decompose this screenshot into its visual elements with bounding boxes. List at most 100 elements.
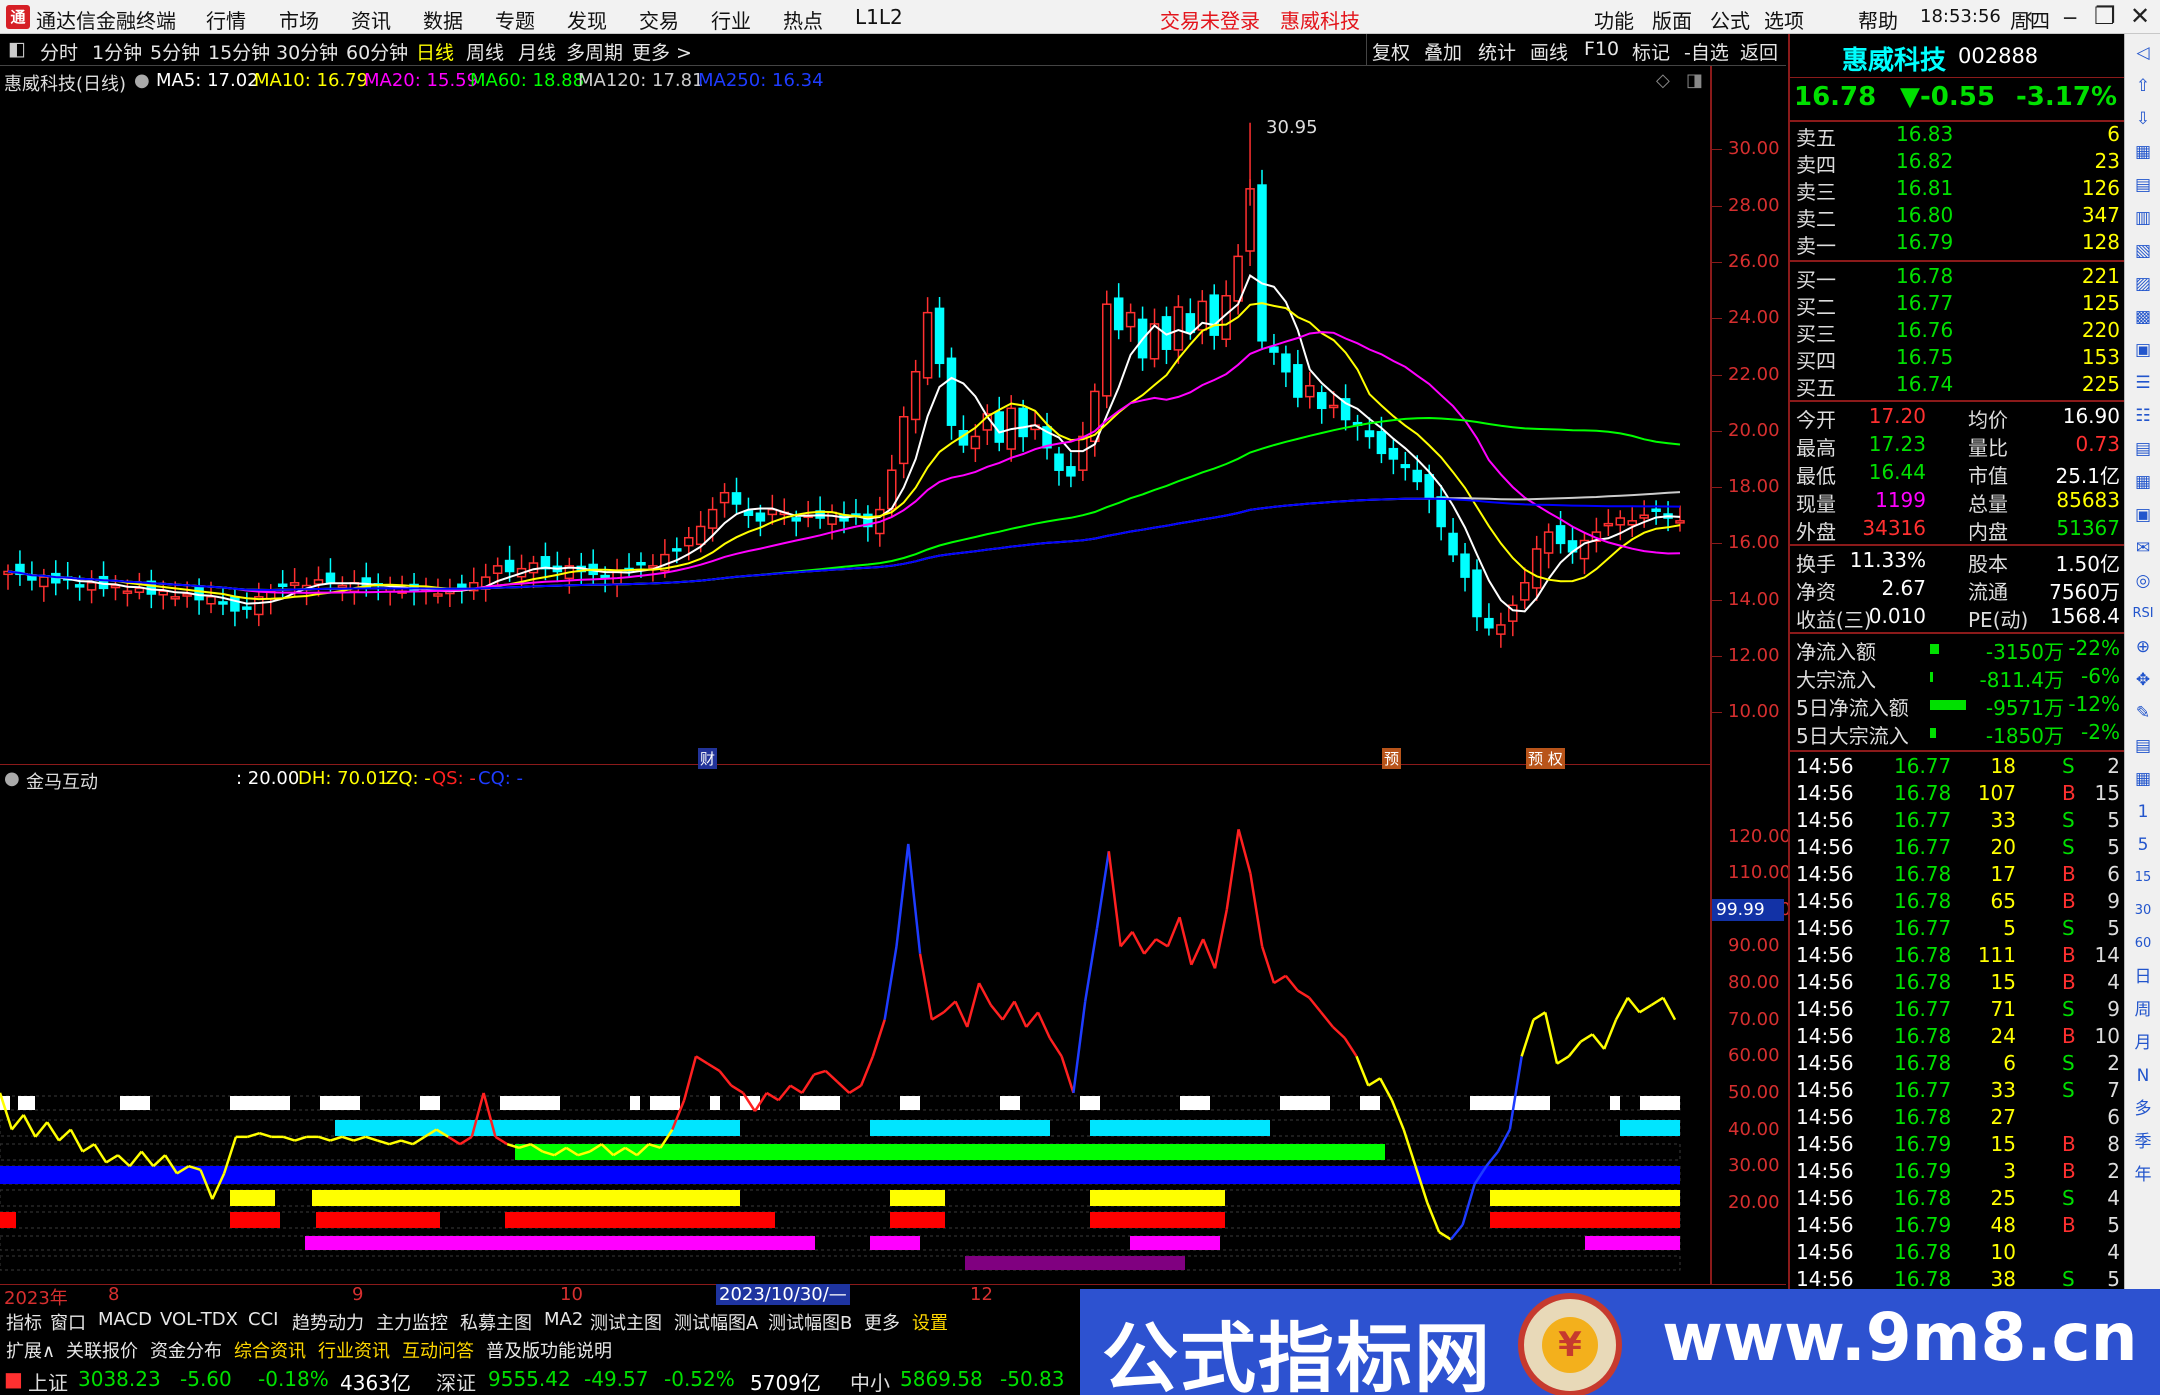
side-tool-icon[interactable]: ⊕ <box>2130 634 2156 660</box>
tab-general-news[interactable]: 综合资讯 <box>234 1337 306 1363</box>
side-tool-icon[interactable]: ✥ <box>2130 667 2156 693</box>
tab-main-monitor[interactable]: 主力监控 <box>376 1309 448 1335</box>
tab-basic-guide[interactable]: 普及版功能说明 <box>486 1337 612 1363</box>
tab-expand[interactable]: 扩展∧ <box>6 1337 55 1363</box>
side-tool-icon[interactable]: ⇧ <box>2130 73 2156 99</box>
tick-row[interactable]: 14:56 16.79 3 B 2 <box>1790 1159 2126 1187</box>
side-tool-icon[interactable]: ▦ <box>2130 766 2156 792</box>
tab-test-sub-a[interactable]: 测试幅图A <box>674 1309 758 1335</box>
menu-help[interactable]: 帮助 <box>1858 5 1898 34</box>
stat-row[interactable]: 今开 17.20 均价 16.90 <box>1790 404 2126 432</box>
sz-index-name[interactable]: 深证 <box>436 1367 476 1395</box>
side-tool-icon[interactable]: ▣ <box>2130 502 2156 528</box>
side-tool-icon[interactable]: ▤ <box>2130 733 2156 759</box>
tick-row[interactable]: 14:56 16.78 25 S 4 <box>1790 1186 2126 1214</box>
tick-row[interactable]: 14:56 16.78 27 6 <box>1790 1105 2126 1133</box>
tick-row[interactable]: 14:56 16.79 15 B 8 <box>1790 1132 2126 1160</box>
tick-row[interactable]: 14:56 16.78 6 S 2 <box>1790 1051 2126 1079</box>
bid-row[interactable]: 买三 16.76 220 <box>1790 318 2126 346</box>
tab-qa[interactable]: 互动问答 <box>402 1337 474 1363</box>
chart-canvas[interactable] <box>0 0 1786 1289</box>
tab-indicator[interactable]: 指标 <box>6 1309 42 1335</box>
tab-related-quotes[interactable]: 关联报价 <box>66 1337 138 1363</box>
ask-row[interactable]: 卖三 16.81 126 <box>1790 176 2126 204</box>
tick-row[interactable]: 14:56 16.77 33 S 7 <box>1790 1078 2126 1106</box>
side-tool-icon[interactable]: ✉ <box>2130 535 2156 561</box>
tab-test-sub-b[interactable]: 测试幅图B <box>768 1309 852 1335</box>
sub-collapse-icon[interactable]: ● <box>4 768 20 789</box>
side-tool-icon[interactable]: N <box>2130 1063 2156 1089</box>
tick-row[interactable]: 14:56 16.78 111 B 14 <box>1790 943 2126 971</box>
sub-indicator-name[interactable]: 金马互动 <box>26 768 98 794</box>
bid-row[interactable]: 买二 16.77 125 <box>1790 291 2126 319</box>
ask-row[interactable]: 卖一 16.79 128 <box>1790 230 2126 258</box>
fund-row[interactable]: 换手 11.33% 股本 1.50亿 <box>1790 548 2126 576</box>
bid-row[interactable]: 买四 16.75 153 <box>1790 345 2126 373</box>
side-tool-icon[interactable]: 年 <box>2130 1162 2156 1188</box>
side-tool-icon[interactable]: ☷ <box>2130 403 2156 429</box>
sh-index-name[interactable]: 上证 <box>28 1367 68 1395</box>
event-marker-report[interactable]: 财 <box>698 748 718 769</box>
tick-row[interactable]: 14:56 16.78 10 4 <box>1790 1240 2126 1268</box>
ask-row[interactable]: 卖五 16.83 6 <box>1790 122 2126 150</box>
fund-row[interactable]: 收益(三) 0.010 PE(动) 1568.4 <box>1790 604 2126 632</box>
flow-row[interactable]: 净流入额 -3150万 -22% <box>1790 636 2126 664</box>
tick-row[interactable]: 14:56 16.78 17 B 6 <box>1790 862 2126 890</box>
maximize-icon[interactable]: ❐ <box>2094 2 2116 30</box>
tick-row[interactable]: 14:56 16.77 20 S 5 <box>1790 835 2126 863</box>
side-tool-icon[interactable]: ☰ <box>2130 370 2156 396</box>
side-tool-icon[interactable]: ✎ <box>2130 700 2156 726</box>
tab-macd[interactable]: MACD <box>98 1309 152 1330</box>
stat-row[interactable]: 外盘 34316 内盘 51367 <box>1790 516 2126 544</box>
tab-window[interactable]: 窗口 <box>50 1309 86 1335</box>
event-marker-forecast-rights[interactable]: 预 权 <box>1526 748 1565 769</box>
tick-row[interactable]: 14:56 16.77 5 S 5 <box>1790 916 2126 944</box>
stat-row[interactable]: 最高 17.23 量比 0.73 <box>1790 432 2126 460</box>
stat-row[interactable]: 现量 1199 总量 85683 <box>1790 488 2126 516</box>
back-icon[interactable]: ‹ <box>2024 2 2034 30</box>
tick-row[interactable]: 14:56 16.78 15 B 4 <box>1790 970 2126 998</box>
side-tool-icon[interactable]: 1 <box>2130 799 2156 825</box>
side-tool-icon[interactable]: ▦ <box>2130 469 2156 495</box>
tab-trend-power[interactable]: 趋势动力 <box>292 1309 364 1335</box>
side-tool-icon[interactable]: 周 <box>2130 997 2156 1023</box>
tick-row[interactable]: 14:56 16.78 24 B 10 <box>1790 1024 2126 1052</box>
side-tool-icon[interactable]: ▧ <box>2130 238 2156 264</box>
tick-row[interactable]: 14:56 16.77 33 S 5 <box>1790 808 2126 836</box>
side-tool-icon[interactable]: ▩ <box>2130 304 2156 330</box>
close-icon[interactable]: ✕ <box>2130 2 2150 30</box>
minimize-icon[interactable]: ─ <box>2064 6 2076 30</box>
tab-settings[interactable]: 设置 <box>912 1309 948 1335</box>
tab-more[interactable]: 更多 <box>864 1309 900 1335</box>
tick-row[interactable]: 14:56 16.77 18 S 2 <box>1790 754 2126 782</box>
tab-cci[interactable]: CCI <box>248 1309 278 1330</box>
side-tool-icon[interactable]: ▤ <box>2130 436 2156 462</box>
side-tool-icon[interactable]: 多 <box>2130 1096 2156 1122</box>
side-tool-icon[interactable]: 季 <box>2130 1129 2156 1155</box>
side-tool-icon[interactable]: ▦ <box>2130 139 2156 165</box>
event-marker-forecast[interactable]: 预 <box>1382 748 1402 769</box>
side-tool-icon[interactable]: ⇩ <box>2130 106 2156 132</box>
fund-row[interactable]: 净资 2.67 流通 7560万 <box>1790 576 2126 604</box>
side-tool-icon[interactable]: ▤ <box>2130 172 2156 198</box>
side-tool-icon[interactable]: 30 <box>2130 898 2156 924</box>
tab-fund-distribution[interactable]: 资金分布 <box>150 1337 222 1363</box>
side-tool-icon[interactable]: ▨ <box>2130 271 2156 297</box>
side-tool-icon[interactable]: 日 <box>2130 964 2156 990</box>
tab-vol-tdx[interactable]: VOL-TDX <box>160 1309 238 1330</box>
bid-row[interactable]: 买五 16.74 225 <box>1790 372 2126 400</box>
side-tool-icon[interactable]: 60 <box>2130 931 2156 957</box>
tick-row[interactable]: 14:56 16.78 65 B 9 <box>1790 889 2126 917</box>
tick-row[interactable]: 14:56 16.77 71 S 9 <box>1790 997 2126 1025</box>
side-tool-icon[interactable]: 月 <box>2130 1030 2156 1056</box>
bid-row[interactable]: 买一 16.78 221 <box>1790 264 2126 292</box>
tab-private-main[interactable]: 私募主图 <box>460 1309 532 1335</box>
tab-test-main[interactable]: 测试主图 <box>590 1309 662 1335</box>
stat-row[interactable]: 最低 16.44 市值 25.1亿 <box>1790 460 2126 488</box>
tick-row[interactable]: 14:56 16.79 48 B 5 <box>1790 1213 2126 1241</box>
side-tool-icon[interactable]: 15 <box>2130 865 2156 891</box>
flow-row[interactable]: 大宗流入 -811.4万 -6% <box>1790 664 2126 692</box>
side-tool-icon[interactable]: ▣ <box>2130 337 2156 363</box>
ask-row[interactable]: 卖二 16.80 347 <box>1790 203 2126 231</box>
tick-row[interactable]: 14:56 16.78 107 B 15 <box>1790 781 2126 809</box>
